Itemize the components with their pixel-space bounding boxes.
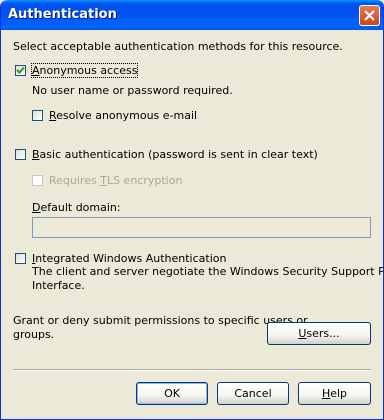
integrated-windows-auth-label[interactable]: Integrated Windows Authentication [32,252,226,265]
basic-auth-checkbox[interactable] [15,149,26,160]
anonymous-access-label[interactable]: Anonymous access [30,63,139,78]
integrated-windows-auth-checkbox[interactable] [15,253,26,264]
resolve-email-label[interactable]: Resolve anonymous e-mail [49,109,197,122]
close-icon [364,10,375,21]
intro-text: Select acceptable authentication methods… [13,40,343,53]
title-bar[interactable]: Authentication [1,0,383,30]
window-title: Authentication [8,7,117,22]
integrated-description-line2: Interface. [32,279,85,292]
permissions-text-line1: Grant or deny submit permissions to spec… [13,314,308,327]
anonymous-note: No user name or password required. [32,84,233,97]
permissions-text-line2: groups. [13,328,55,341]
checkmark-icon [16,66,25,74]
authentication-dialog: Authentication Select acceptable authent… [0,0,384,420]
ok-button[interactable]: OK [136,382,208,405]
footer-separator-highlight [13,370,371,371]
requires-tls-label: Requires TLS encryption [49,174,183,187]
integrated-description-line1: The client and server negotiate the Wind… [32,265,384,278]
users-button[interactable]: Users... [267,322,371,345]
default-domain-field[interactable] [32,217,371,238]
close-button[interactable] [359,5,380,26]
default-domain-label: Default domain: [32,201,121,214]
basic-auth-label[interactable]: Basic authentication (password is sent i… [32,148,318,161]
help-button[interactable]: Help [298,382,371,405]
cancel-button[interactable]: Cancel [217,382,289,405]
anonymous-access-checkbox[interactable] [15,65,26,76]
requires-tls-checkbox[interactable] [32,175,43,186]
resolve-email-checkbox[interactable] [32,110,43,121]
